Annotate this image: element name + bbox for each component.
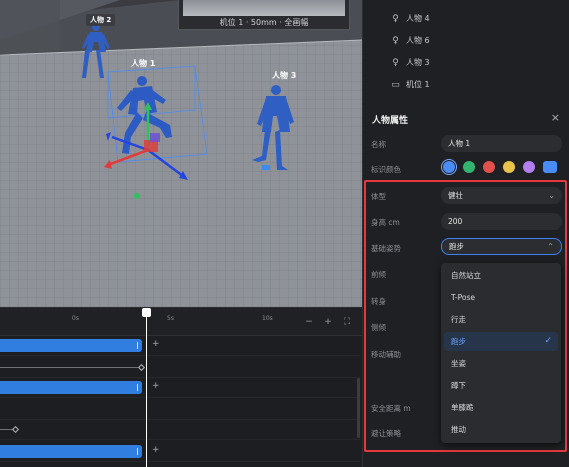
pose-option[interactable]: 推动 xyxy=(444,420,558,439)
turn-label: 转身 xyxy=(371,297,386,306)
zoom-out-icon[interactable]: − xyxy=(304,317,314,327)
character-label-3[interactable]: 人物 3 xyxy=(272,70,296,81)
camera-preview-label: 机位 1 · 50mm · 全画幅 xyxy=(219,18,309,27)
timeline-track[interactable]: + xyxy=(0,378,360,398)
pose-option[interactable]: 行走 xyxy=(444,310,558,329)
timeline-ruler[interactable]: 0s 5s 10s − + ⛶ xyxy=(0,308,362,336)
color-swatch-red[interactable] xyxy=(483,161,495,173)
color-swatch-blue[interactable] xyxy=(443,161,455,173)
side-lean-label: 侧倾 xyxy=(371,323,386,332)
pose-option[interactable]: T-Pose xyxy=(444,288,558,307)
scene-item-person-6[interactable]: ♀ 人物 6 xyxy=(391,35,430,46)
height-label: 身高 cm xyxy=(371,218,400,227)
camera-icon: ▭ xyxy=(391,79,400,90)
color-swatch-purple[interactable] xyxy=(523,161,535,173)
camera-preview-image xyxy=(183,0,345,16)
pose-select[interactable]: 跑步 ⌃ xyxy=(441,238,562,255)
timeline-zoom-tools: − + ⛶ xyxy=(304,317,352,327)
close-icon[interactable]: × xyxy=(551,111,560,124)
timeline-track[interactable] xyxy=(0,400,360,420)
lean-label: 前倾 xyxy=(371,270,386,279)
name-field[interactable]: 人物 1 xyxy=(441,135,562,152)
timeline-track[interactable] xyxy=(0,358,360,378)
timeline-clip[interactable] xyxy=(0,381,142,394)
pose-option-selected[interactable]: 跑步 ✓ xyxy=(444,332,558,351)
color-swatch-green[interactable] xyxy=(463,161,475,173)
pose-option-label: 跑步 xyxy=(451,337,466,346)
pose-value: 跑步 xyxy=(449,242,464,251)
body-type-value: 健壮 xyxy=(448,191,463,200)
move-assist-label: 移动辅助 xyxy=(371,350,401,359)
pose-option[interactable]: 坐姿 xyxy=(444,354,558,373)
camera-preview[interactable]: 机位 1 · 50mm · 全画幅 xyxy=(178,0,350,30)
scene-viewport[interactable]: 机位 1 · 50mm · 全画幅 人物 2 人物 1 人物 3 xyxy=(0,0,362,307)
pose-option[interactable]: 自然站立 xyxy=(444,266,558,285)
add-key-icon[interactable]: + xyxy=(152,381,160,391)
scene-item-label: 人物 4 xyxy=(406,14,430,23)
timeline-clip[interactable] xyxy=(0,445,142,458)
add-key-icon[interactable]: + xyxy=(152,445,160,455)
chevron-up-icon: ⌃ xyxy=(547,242,554,251)
timeline-track[interactable]: + xyxy=(0,336,360,356)
pose-option[interactable]: 单膝跪 xyxy=(444,398,558,417)
tick-label: 10s xyxy=(262,315,273,322)
playhead[interactable] xyxy=(146,308,147,467)
check-icon: ✓ xyxy=(544,336,552,346)
attributes-header: 人物属性 × xyxy=(363,103,569,131)
avoid-strategy-label: 避让策略 xyxy=(371,429,401,438)
person-icon: ♀ xyxy=(392,35,399,46)
viewport-scene xyxy=(0,0,362,307)
scene-outline: ♀ 人物 4 ♀ 人物 6 ♀ 人物 3 ▭ 机位 1 xyxy=(363,0,569,100)
keyframe-icon[interactable] xyxy=(137,363,146,372)
timeline-track[interactable] xyxy=(0,420,360,440)
body-type-select[interactable]: 健壮 ⌄ xyxy=(441,187,562,204)
person-icon: ♀ xyxy=(392,13,399,24)
timeline-track[interactable]: + xyxy=(0,442,360,462)
scene-item-label: 人物 3 xyxy=(406,58,430,67)
scene-item-label: 人物 6 xyxy=(406,36,430,45)
curve-line xyxy=(0,367,140,368)
scene-item-label: 机位 1 xyxy=(406,80,430,89)
height-field[interactable]: 200 xyxy=(441,213,562,230)
tick-label: 5s xyxy=(167,315,174,322)
color-swatch-custom[interactable] xyxy=(543,161,557,173)
color-label: 标识颜色 xyxy=(371,165,401,174)
playhead-handle[interactable] xyxy=(142,308,151,317)
timeline-scrollbar[interactable] xyxy=(357,378,360,438)
app-root: 机位 1 · 50mm · 全画幅 人物 2 人物 1 人物 3 0s 5s 1… xyxy=(0,0,569,467)
body-type-label: 体型 xyxy=(371,192,386,201)
timeline-panel: 0s 5s 10s − + ⛶ + + + xyxy=(0,307,362,467)
attributes-title: 人物属性 xyxy=(372,116,409,126)
color-swatch-yellow[interactable] xyxy=(503,161,515,173)
person-icon: ♀ xyxy=(392,57,399,68)
add-key-icon[interactable]: + xyxy=(152,339,160,349)
safe-distance-label: 安全距离 m xyxy=(371,404,411,413)
pose-dropdown-menu: 自然站立 T-Pose 行走 跑步 ✓ 坐姿 蹲下 单膝跪 推动 xyxy=(441,263,561,443)
scene-item-person-3[interactable]: ♀ 人物 3 xyxy=(391,57,430,68)
chevron-down-icon: ⌄ xyxy=(548,191,555,200)
character-label-2[interactable]: 人物 2 xyxy=(86,14,116,26)
character-label-1[interactable]: 人物 1 xyxy=(131,58,155,69)
fit-view-icon[interactable]: ⛶ xyxy=(342,317,352,327)
zoom-in-icon[interactable]: + xyxy=(323,317,333,327)
pose-label: 基础姿势 xyxy=(371,244,401,253)
name-label: 名称 xyxy=(371,140,386,149)
keyframe-icon[interactable] xyxy=(11,425,20,434)
pose-option[interactable]: 蹲下 xyxy=(444,376,558,395)
tick-label: 0s xyxy=(72,315,79,322)
scene-item-person-4[interactable]: ♀ 人物 4 xyxy=(391,13,430,24)
color-swatches xyxy=(443,161,557,173)
timeline-clip[interactable] xyxy=(0,339,142,352)
scene-item-camera-1[interactable]: ▭ 机位 1 xyxy=(391,79,430,90)
